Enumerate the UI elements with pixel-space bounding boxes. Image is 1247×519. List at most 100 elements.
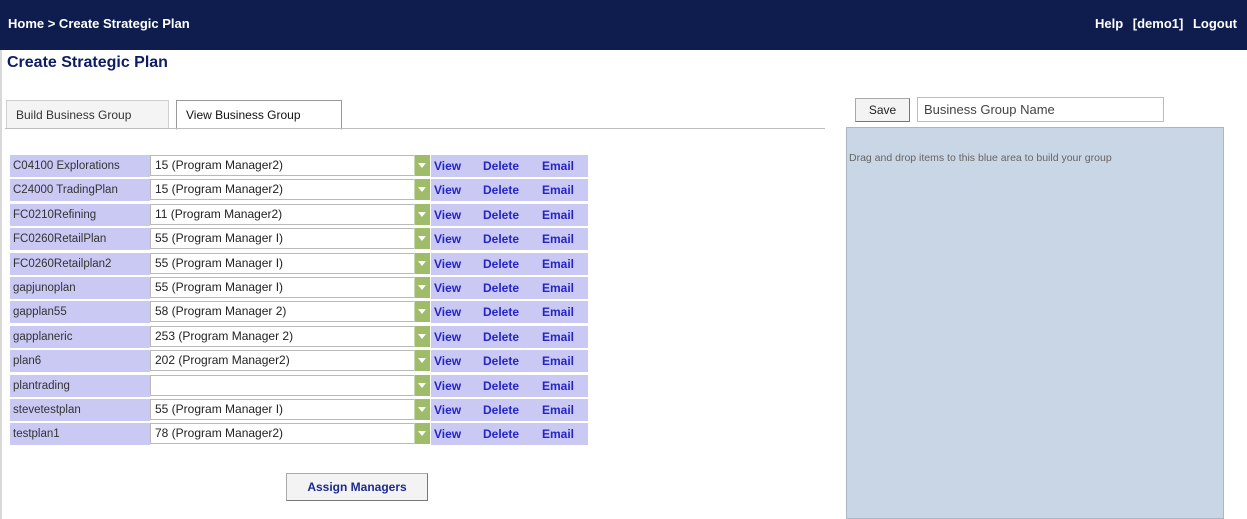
view-link[interactable]: View xyxy=(434,399,461,421)
plan-name[interactable]: plantrading xyxy=(10,374,150,397)
email-link[interactable]: Email xyxy=(542,350,574,372)
chevron-down-icon[interactable] xyxy=(414,179,430,201)
help-link[interactable]: Help xyxy=(1095,16,1123,31)
manager-select[interactable]: 78 (Program Manager2) xyxy=(150,423,430,445)
top-header-bar: Home > Create Strategic Plan Help [demo1… xyxy=(0,0,1247,50)
email-link[interactable]: Email xyxy=(542,301,574,323)
assign-managers-button[interactable]: Assign Managers xyxy=(286,473,428,501)
plan-row: FC0210Refining 11 (Program Manager2) View D… xyxy=(10,203,588,227)
email-link[interactable]: Email xyxy=(542,228,574,250)
manager-select-value: 58 (Program Manager 2) xyxy=(155,304,287,319)
save-button[interactable]: Save xyxy=(855,98,910,122)
chevron-down-icon[interactable] xyxy=(414,252,430,274)
email-link[interactable]: Email xyxy=(542,253,574,275)
chevron-down-icon[interactable] xyxy=(414,155,430,176)
delete-link[interactable]: Delete xyxy=(483,253,519,275)
view-link[interactable]: View xyxy=(434,423,461,445)
delete-link[interactable]: Delete xyxy=(483,399,519,421)
plan-name[interactable]: gapplan55 xyxy=(10,301,150,324)
plan-name[interactable]: FC0210Refining xyxy=(10,203,150,226)
plan-name[interactable]: C24000 TradingPlan xyxy=(10,179,150,202)
manager-select[interactable]: 15 (Program Manager2) xyxy=(150,155,430,176)
plan-name[interactable]: C04100 Explorations xyxy=(10,155,150,177)
manager-select-value: 15 (Program Manager2) xyxy=(155,182,284,197)
email-link[interactable]: Email xyxy=(542,375,574,397)
delete-link[interactable]: Delete xyxy=(483,155,519,177)
view-link[interactable]: View xyxy=(434,277,461,299)
email-link[interactable]: Email xyxy=(542,179,574,201)
row-actions: View Delete Email xyxy=(431,374,588,397)
row-actions: View Delete Email xyxy=(431,252,588,275)
email-link[interactable]: Email xyxy=(542,277,574,299)
manager-select[interactable]: 55 (Program Manager I) xyxy=(150,228,430,250)
manager-select-value: 78 (Program Manager2) xyxy=(155,426,284,441)
logout-link[interactable]: Logout xyxy=(1193,16,1237,31)
chevron-down-icon[interactable] xyxy=(414,423,430,445)
view-link[interactable]: View xyxy=(434,179,461,201)
breadcrumb[interactable]: Home > Create Strategic Plan xyxy=(8,16,190,31)
email-link[interactable]: Email xyxy=(542,155,574,177)
delete-link[interactable]: Delete xyxy=(483,301,519,323)
plan-row: FC0260Retailplan2 55 (Program Manager I) V… xyxy=(10,252,588,276)
delete-link[interactable]: Delete xyxy=(483,228,519,250)
view-link[interactable]: View xyxy=(434,253,461,275)
view-link[interactable]: View xyxy=(434,350,461,372)
manager-select[interactable]: 55 (Program Manager I) xyxy=(150,398,430,420)
view-link[interactable]: View xyxy=(434,228,461,250)
plan-row: gapplan55 58 (Program Manager 2) View Delet… xyxy=(10,300,588,324)
plan-name[interactable]: gapjunoplan xyxy=(10,276,150,299)
delete-link[interactable]: Delete xyxy=(483,179,519,201)
manager-select[interactable]: 58 (Program Manager 2) xyxy=(150,301,430,323)
manager-select-value: 11 (Program Manager2) xyxy=(155,206,283,221)
view-link[interactable]: View xyxy=(434,204,461,226)
plan-name[interactable]: FC0260Retailplan2 xyxy=(10,252,150,275)
chevron-down-icon[interactable] xyxy=(414,350,430,372)
chevron-down-icon[interactable] xyxy=(414,374,430,396)
delete-link[interactable]: Delete xyxy=(483,375,519,397)
manager-select-value: 55 (Program Manager I) xyxy=(155,279,284,294)
row-actions: View Delete Email xyxy=(431,398,588,421)
plan-name[interactable]: gapplaneric xyxy=(10,325,150,348)
manager-select-value: 55 (Program Manager I) xyxy=(155,231,284,246)
view-link[interactable]: View xyxy=(434,326,461,348)
group-drop-area[interactable]: Drag and drop items to this blue area to… xyxy=(846,127,1224,519)
plan-row: FC0260RetailPlan 55 (Program Manager I) Vi… xyxy=(10,227,588,251)
plan-name[interactable]: stevetestplan xyxy=(10,398,150,421)
chevron-down-icon[interactable] xyxy=(414,325,430,347)
plan-name[interactable]: testplan1 xyxy=(10,423,150,446)
chevron-down-icon[interactable] xyxy=(414,228,430,250)
email-link[interactable]: Email xyxy=(542,326,574,348)
view-link[interactable]: View xyxy=(434,375,461,397)
view-link[interactable]: View xyxy=(434,155,461,177)
plan-name[interactable]: FC0260RetailPlan xyxy=(10,228,150,251)
manager-select-value: 55 (Program Manager I) xyxy=(155,401,284,416)
row-actions: View Delete Email xyxy=(431,301,588,324)
email-link[interactable]: Email xyxy=(542,423,574,445)
row-actions: View Delete Email xyxy=(431,179,588,202)
manager-select[interactable]: 15 (Program Manager2) xyxy=(150,179,430,201)
chevron-down-icon[interactable] xyxy=(414,398,430,420)
plan-name[interactable]: plan6 xyxy=(10,350,150,373)
tab-build-business-group[interactable]: Build Business Group xyxy=(6,100,169,129)
manager-select[interactable]: 11 (Program Manager2) xyxy=(150,203,430,225)
delete-link[interactable]: Delete xyxy=(483,423,519,445)
manager-select[interactable]: 253 (Program Manager 2) xyxy=(150,325,430,347)
manager-select[interactable] xyxy=(150,374,430,396)
manager-select[interactable]: 55 (Program Manager I) xyxy=(150,252,430,274)
delete-link[interactable]: Delete xyxy=(483,326,519,348)
plan-row: testplan1 78 (Program Manager2) View Delete… xyxy=(10,422,588,446)
delete-link[interactable]: Delete xyxy=(483,277,519,299)
manager-select[interactable]: 202 (Program Manager2) xyxy=(150,350,430,372)
tab-view-business-group[interactable]: View Business Group xyxy=(176,100,342,130)
email-link[interactable]: Email xyxy=(542,204,574,226)
business-group-name-input[interactable] xyxy=(917,97,1164,122)
manager-select[interactable]: 55 (Program Manager I) xyxy=(150,276,430,298)
chevron-down-icon[interactable] xyxy=(414,276,430,298)
chevron-down-icon[interactable] xyxy=(414,301,430,323)
left-border xyxy=(0,50,2,519)
view-link[interactable]: View xyxy=(434,301,461,323)
delete-link[interactable]: Delete xyxy=(483,350,519,372)
chevron-down-icon[interactable] xyxy=(414,203,430,225)
delete-link[interactable]: Delete xyxy=(483,204,519,226)
email-link[interactable]: Email xyxy=(542,399,574,421)
